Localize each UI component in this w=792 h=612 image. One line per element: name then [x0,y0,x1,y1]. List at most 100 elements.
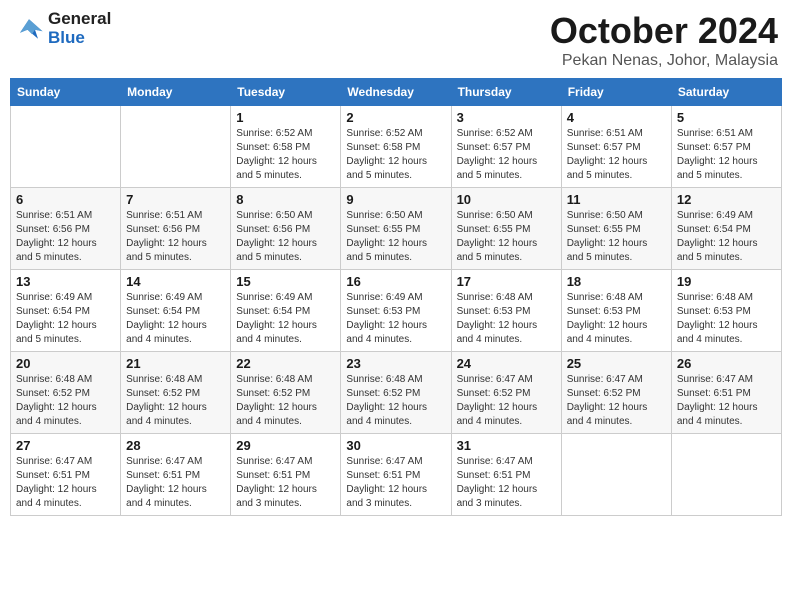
day-number: 14 [126,274,225,289]
day-number: 16 [346,274,445,289]
day-number: 6 [16,192,115,207]
day-number: 22 [236,356,335,371]
calendar-cell: 19 Sunrise: 6:48 AMSunset: 6:53 PMDayligh… [671,270,781,352]
calendar-header-saturday: Saturday [671,79,781,106]
calendar-header-wednesday: Wednesday [341,79,451,106]
day-info: Sunrise: 6:50 AMSunset: 6:55 PMDaylight:… [346,209,445,265]
day-number: 28 [126,438,225,453]
day-number: 8 [236,192,335,207]
calendar-cell [11,106,121,188]
calendar-cell: 5 Sunrise: 6:51 AMSunset: 6:57 PMDaylight… [671,106,781,188]
calendar-header-monday: Monday [121,79,231,106]
calendar-cell: 21 Sunrise: 6:48 AMSunset: 6:52 PMDayligh… [121,352,231,434]
day-info: Sunrise: 6:51 AMSunset: 6:57 PMDaylight:… [567,127,666,183]
day-info: Sunrise: 6:48 AMSunset: 6:53 PMDaylight:… [457,291,556,347]
calendar-cell: 30 Sunrise: 6:47 AMSunset: 6:51 PMDayligh… [341,434,451,516]
calendar-cell: 17 Sunrise: 6:48 AMSunset: 6:53 PMDayligh… [451,270,561,352]
calendar-cell: 11 Sunrise: 6:50 AMSunset: 6:55 PMDayligh… [561,188,671,270]
day-number: 9 [346,192,445,207]
day-number: 24 [457,356,556,371]
day-info: Sunrise: 6:48 AMSunset: 6:53 PMDaylight:… [567,291,666,347]
day-info: Sunrise: 6:50 AMSunset: 6:56 PMDaylight:… [236,209,335,265]
day-info: Sunrise: 6:48 AMSunset: 6:53 PMDaylight:… [677,291,776,347]
calendar-cell: 13 Sunrise: 6:49 AMSunset: 6:54 PMDayligh… [11,270,121,352]
day-number: 3 [457,110,556,125]
page-header: General Blue October 2024 Pekan Nenas, J… [10,10,782,70]
day-info: Sunrise: 6:48 AMSunset: 6:52 PMDaylight:… [126,373,225,429]
calendar-week-row: 1 Sunrise: 6:52 AMSunset: 6:58 PMDaylight… [11,106,782,188]
calendar-table: SundayMondayTuesdayWednesdayThursdayFrid… [10,78,782,516]
calendar-week-row: 20 Sunrise: 6:48 AMSunset: 6:52 PMDayligh… [11,352,782,434]
calendar-header-tuesday: Tuesday [231,79,341,106]
day-number: 20 [16,356,115,371]
day-info: Sunrise: 6:47 AMSunset: 6:51 PMDaylight:… [16,455,115,511]
calendar-week-row: 13 Sunrise: 6:49 AMSunset: 6:54 PMDayligh… [11,270,782,352]
day-info: Sunrise: 6:52 AMSunset: 6:58 PMDaylight:… [236,127,335,183]
day-info: Sunrise: 6:52 AMSunset: 6:57 PMDaylight:… [457,127,556,183]
calendar-cell: 7Sunrise: 6:51 AMSunset: 6:56 PMDaylight… [121,188,231,270]
day-number: 30 [346,438,445,453]
calendar-week-row: 6 Sunrise: 6:51 AMSunset: 6:56 PMDaylight… [11,188,782,270]
calendar-cell: 25Sunrise: 6:47 AMSunset: 6:52 PMDayligh… [561,352,671,434]
calendar-cell: 18Sunrise: 6:48 AMSunset: 6:53 PMDayligh… [561,270,671,352]
calendar-cell: 6 Sunrise: 6:51 AMSunset: 6:56 PMDaylight… [11,188,121,270]
day-info: Sunrise: 6:48 AMSunset: 6:52 PMDaylight:… [16,373,115,429]
calendar-cell: 9 Sunrise: 6:50 AMSunset: 6:55 PMDaylight… [341,188,451,270]
calendar-cell: 22 Sunrise: 6:48 AMSunset: 6:52 PMDayligh… [231,352,341,434]
location-title: Pekan Nenas, Johor, Malaysia [550,52,778,70]
day-number: 15 [236,274,335,289]
day-number: 10 [457,192,556,207]
calendar-cell: 12Sunrise: 6:49 AMSunset: 6:54 PMDayligh… [671,188,781,270]
day-info: Sunrise: 6:49 AMSunset: 6:54 PMDaylight:… [236,291,335,347]
calendar-header-thursday: Thursday [451,79,561,106]
calendar-cell: 4Sunrise: 6:51 AMSunset: 6:57 PMDaylight… [561,106,671,188]
day-info: Sunrise: 6:52 AMSunset: 6:58 PMDaylight:… [346,127,445,183]
day-info: Sunrise: 6:48 AMSunset: 6:52 PMDaylight:… [346,373,445,429]
day-number: 29 [236,438,335,453]
month-title: October 2024 [550,10,778,52]
day-number: 1 [236,110,335,125]
day-number: 11 [567,192,666,207]
day-info: Sunrise: 6:51 AMSunset: 6:57 PMDaylight:… [677,127,776,183]
calendar-cell: 10 Sunrise: 6:50 AMSunset: 6:55 PMDayligh… [451,188,561,270]
day-info: Sunrise: 6:49 AMSunset: 6:54 PMDaylight:… [126,291,225,347]
day-info: Sunrise: 6:47 AMSunset: 6:51 PMDaylight:… [236,455,335,511]
day-info: Sunrise: 6:50 AMSunset: 6:55 PMDaylight:… [457,209,556,265]
calendar-cell [561,434,671,516]
calendar-header-row: SundayMondayTuesdayWednesdayThursdayFrid… [11,79,782,106]
day-info: Sunrise: 6:47 AMSunset: 6:51 PMDaylight:… [457,455,556,511]
day-number: 13 [16,274,115,289]
calendar-cell: 2 Sunrise: 6:52 AMSunset: 6:58 PMDaylight… [341,106,451,188]
day-number: 7 [126,192,225,207]
calendar-cell: 15 Sunrise: 6:49 AMSunset: 6:54 PMDayligh… [231,270,341,352]
day-number: 19 [677,274,776,289]
calendar-cell: 3 Sunrise: 6:52 AMSunset: 6:57 PMDaylight… [451,106,561,188]
calendar-cell: 31Sunrise: 6:47 AMSunset: 6:51 PMDayligh… [451,434,561,516]
day-number: 2 [346,110,445,125]
day-info: Sunrise: 6:47 AMSunset: 6:51 PMDaylight:… [346,455,445,511]
day-info: Sunrise: 6:47 AMSunset: 6:51 PMDaylight:… [126,455,225,511]
logo-text-stack: General Blue [48,10,111,47]
day-info: Sunrise: 6:48 AMSunset: 6:52 PMDaylight:… [236,373,335,429]
calendar-cell: 16Sunrise: 6:49 AMSunset: 6:53 PMDayligh… [341,270,451,352]
calendar-cell: 24 Sunrise: 6:47 AMSunset: 6:52 PMDayligh… [451,352,561,434]
calendar-cell: 26Sunrise: 6:47 AMSunset: 6:51 PMDayligh… [671,352,781,434]
calendar-cell: 20 Sunrise: 6:48 AMSunset: 6:52 PMDayligh… [11,352,121,434]
day-info: Sunrise: 6:47 AMSunset: 6:52 PMDaylight:… [457,373,556,429]
day-number: 21 [126,356,225,371]
day-info: Sunrise: 6:51 AMSunset: 6:56 PMDaylight:… [16,209,115,265]
day-info: Sunrise: 6:49 AMSunset: 6:54 PMDaylight:… [16,291,115,347]
calendar-cell: 23Sunrise: 6:48 AMSunset: 6:52 PMDayligh… [341,352,451,434]
logo-blue: Blue [48,29,85,48]
calendar-cell: 1 Sunrise: 6:52 AMSunset: 6:58 PMDaylight… [231,106,341,188]
day-info: Sunrise: 6:50 AMSunset: 6:55 PMDaylight:… [567,209,666,265]
logo-icon [14,17,44,41]
day-number: 5 [677,110,776,125]
logo-general: General [48,10,111,29]
day-info: Sunrise: 6:47 AMSunset: 6:51 PMDaylight:… [677,373,776,429]
day-number: 17 [457,274,556,289]
logo: General Blue [14,10,111,47]
day-info: Sunrise: 6:49 AMSunset: 6:54 PMDaylight:… [677,209,776,265]
calendar-header-friday: Friday [561,79,671,106]
calendar-cell: 28 Sunrise: 6:47 AMSunset: 6:51 PMDayligh… [121,434,231,516]
